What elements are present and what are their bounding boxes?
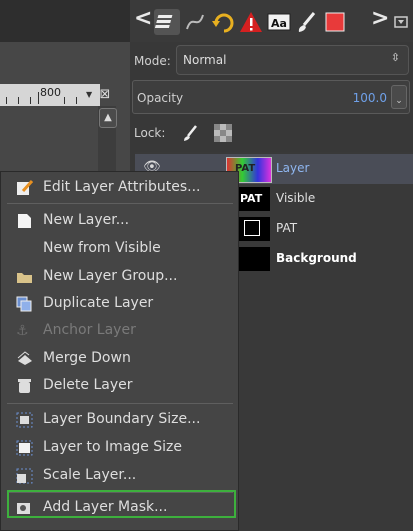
delete-icon bbox=[16, 378, 33, 394]
fonts-icon[interactable]: Aa bbox=[266, 9, 292, 35]
lock-pixels-icon[interactable] bbox=[182, 124, 200, 142]
menu-item-new-layer-group[interactable]: New Layer Group... bbox=[2, 265, 238, 289]
mode-label: Mode: bbox=[134, 54, 171, 68]
opacity-spinscale[interactable]: Opacity 100.0 ⌄ bbox=[132, 80, 410, 114]
menu-separator bbox=[7, 403, 233, 404]
layer-name[interactable]: Background bbox=[276, 251, 357, 265]
color-icon[interactable] bbox=[322, 9, 348, 35]
mode-value: Normal bbox=[183, 53, 227, 67]
layer-thumbnail bbox=[236, 247, 270, 271]
scroll-up-button[interactable]: ▲ bbox=[99, 108, 117, 128]
layer-context-menu: Edit Layer Attributes... New Layer... Ne… bbox=[0, 171, 239, 531]
edit-attributes-icon bbox=[16, 179, 34, 196]
menu-item-layer-boundary-size[interactable]: Layer Boundary Size... bbox=[2, 408, 238, 432]
opacity-label: Opacity bbox=[137, 91, 184, 105]
ruler-tick bbox=[6, 97, 7, 104]
tabs-next-button[interactable]: > bbox=[371, 6, 389, 31]
scale-icon bbox=[16, 468, 33, 484]
mode-select[interactable]: Normal ⇳ bbox=[176, 45, 409, 75]
ruler-tick bbox=[30, 97, 31, 104]
ruler-pointer-icon: ▼ bbox=[86, 90, 93, 99]
new-layer-icon bbox=[16, 213, 33, 229]
layers-icon[interactable] bbox=[154, 9, 180, 35]
svg-text:Aa: Aa bbox=[271, 17, 287, 30]
ruler-tick bbox=[18, 97, 19, 104]
undo-history-icon[interactable] bbox=[210, 9, 236, 35]
anchor-icon: ⚓ bbox=[16, 323, 29, 339]
duplicate-icon bbox=[16, 296, 33, 312]
paths-icon[interactable] bbox=[182, 9, 208, 35]
boundary-size-icon bbox=[16, 412, 33, 428]
warning-icon[interactable] bbox=[238, 9, 264, 35]
dock-menu-icon[interactable] bbox=[392, 9, 410, 35]
brush-icon[interactable] bbox=[294, 9, 320, 35]
menu-item-scale-layer[interactable]: Scale Layer... bbox=[2, 464, 238, 488]
highlight-box bbox=[7, 490, 236, 518]
menu-item-merge-down[interactable]: Merge Down bbox=[2, 347, 238, 371]
dock-tab-bar: < Aa > bbox=[130, 0, 413, 42]
layer-name[interactable]: Layer bbox=[276, 161, 309, 175]
navigate-icon[interactable]: ⊠ bbox=[96, 86, 114, 104]
menu-item-new-from-visible[interactable]: New from Visible bbox=[2, 237, 238, 261]
merge-down-icon bbox=[16, 351, 33, 367]
menu-item-edit-layer-attributes[interactable]: Edit Layer Attributes... bbox=[2, 176, 238, 200]
chevron-updown-icon: ⇳ bbox=[390, 51, 400, 64]
lock-label: Lock: bbox=[134, 126, 166, 140]
ruler-tick bbox=[64, 97, 65, 104]
layer-thumbnail: PAT bbox=[236, 187, 270, 211]
ruler-tick bbox=[38, 92, 39, 104]
text-layer-icon bbox=[244, 220, 260, 236]
horizontal-ruler: 800 bbox=[0, 84, 100, 106]
tabs-prev-button[interactable]: < bbox=[134, 6, 152, 31]
ruler-tick bbox=[76, 97, 77, 104]
layer-name[interactable]: PAT bbox=[276, 221, 297, 235]
menu-item-layer-to-image-size[interactable]: Layer to Image Size bbox=[2, 436, 238, 460]
menu-separator bbox=[7, 203, 233, 204]
image-size-icon bbox=[16, 440, 33, 456]
menu-item-delete-layer[interactable]: Delete Layer bbox=[2, 374, 238, 398]
layer-name[interactable]: Visible bbox=[276, 191, 315, 205]
lock-alpha-icon[interactable] bbox=[214, 124, 232, 142]
opacity-stepper[interactable]: ⌄ bbox=[391, 85, 407, 109]
layer-thumbnail bbox=[236, 217, 270, 241]
ruler-label: 800 bbox=[40, 86, 61, 99]
menu-item-new-layer[interactable]: New Layer... bbox=[2, 209, 238, 233]
opacity-value[interactable]: 100.0 bbox=[353, 91, 387, 105]
folder-icon bbox=[16, 269, 33, 285]
menu-item-anchor-layer[interactable]: ⚓ Anchor Layer bbox=[2, 319, 238, 343]
menu-item-duplicate-layer[interactable]: Duplicate Layer bbox=[2, 292, 238, 316]
